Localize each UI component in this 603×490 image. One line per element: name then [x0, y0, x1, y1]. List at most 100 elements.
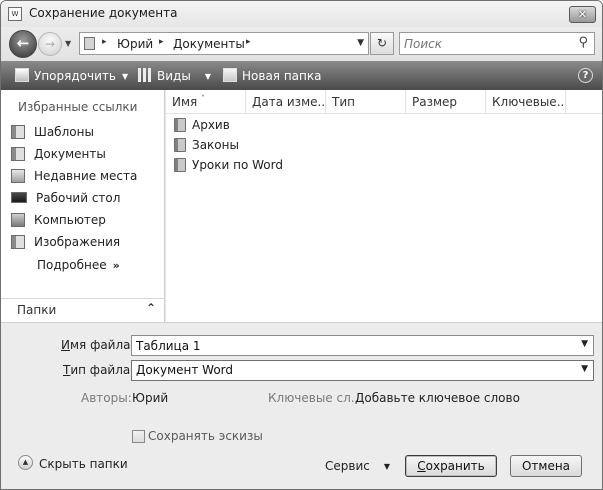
- column-label: Ключевые...: [492, 95, 566, 109]
- column-label: Размер: [412, 95, 458, 109]
- save-button[interactable]: Сохранить: [405, 455, 497, 477]
- new-folder-button[interactable]: Новая папка: [223, 67, 321, 85]
- views-button[interactable]: Виды ▼: [138, 67, 211, 85]
- search-input[interactable]: [404, 35, 572, 52]
- back-arrow-icon: ←: [16, 34, 30, 52]
- save-options-panel: Имя файла: ▼ Тип файла: Документ Word ▼ …: [1, 322, 602, 489]
- filetype-select[interactable]: Документ Word ▼: [131, 360, 594, 381]
- chevron-down-icon[interactable]: ▼: [581, 364, 588, 374]
- folder-icon: [174, 138, 186, 152]
- address-bar[interactable]: ▸ Юрий ▸ Документы ▸ ▼: [79, 32, 369, 55]
- sidebar-item-desktop[interactable]: Рабочий стол: [11, 189, 120, 207]
- folder-icon: [174, 158, 186, 172]
- list-item[interactable]: Законы: [174, 136, 239, 154]
- column-label: Имя: [172, 95, 198, 109]
- sidebar-item-label: Рабочий стол: [36, 191, 121, 205]
- sidebar-item-templates[interactable]: Шаблоны: [11, 123, 94, 141]
- item-name: Уроки по Word: [192, 158, 283, 172]
- filename-label: Имя файла:: [61, 338, 135, 352]
- more-label: Подробнее: [37, 258, 107, 272]
- window-title: Сохранение документа: [29, 6, 178, 20]
- views-icon: [138, 68, 152, 82]
- filetype-value: Документ Word: [136, 363, 233, 377]
- organize-icon: [15, 68, 29, 82]
- breadcrumb-documents[interactable]: Документы: [173, 37, 245, 51]
- sidebar-item-label: Компьютер: [34, 213, 106, 227]
- item-name: Архив: [192, 118, 230, 132]
- folder-icon: [174, 118, 186, 132]
- column-name[interactable]: ˄ Имя: [166, 90, 246, 114]
- save-thumbnails-label[interactable]: Сохранять эскизы: [148, 429, 263, 443]
- new-folder-label: Новая папка: [242, 69, 322, 83]
- organize-button[interactable]: Упорядочить ▼: [15, 67, 128, 85]
- authors-value[interactable]: Юрий: [132, 391, 168, 405]
- folders-label: Папки: [17, 303, 57, 317]
- sidebar-item-documents[interactable]: Документы: [11, 145, 106, 163]
- templates-icon: [11, 125, 25, 139]
- forward-arrow-icon: →: [44, 37, 56, 51]
- breadcrumb-separator[interactable]: ▸: [102, 37, 107, 47]
- back-button[interactable]: ←: [9, 30, 37, 58]
- sidebar-item-computer[interactable]: Компьютер: [11, 211, 106, 229]
- search-icon[interactable]: ⚲: [578, 35, 588, 50]
- column-type[interactable]: Тип: [326, 90, 406, 114]
- save-dialog: W Сохранение документа ✕ ← → ▼ ▸ Юрий ▸ …: [0, 0, 603, 490]
- navigation-pane: Избранные ссылки Шаблоны Документы Недав…: [1, 90, 165, 322]
- column-size[interactable]: Размер: [406, 90, 486, 114]
- column-tags[interactable]: Ключевые...: [486, 90, 566, 114]
- tools-menu-button[interactable]: Сервис ▼: [325, 459, 390, 473]
- list-item[interactable]: Архив: [174, 116, 230, 134]
- breadcrumb-user[interactable]: Юрий: [117, 37, 153, 51]
- chevron-down-icon: ▼: [383, 462, 391, 471]
- save-thumbnails-checkbox[interactable]: [132, 430, 145, 443]
- sidebar-item-recent-places[interactable]: Недавние места: [11, 167, 137, 185]
- column-label: Тип: [332, 95, 355, 109]
- pictures-icon: [11, 235, 25, 249]
- forward-button[interactable]: →: [38, 32, 62, 56]
- command-toolbar: Упорядочить ▼ Виды ▼ Новая папка ?: [1, 61, 602, 90]
- column-date-modified[interactable]: Дата изме...: [246, 90, 326, 114]
- favorites-heading: Избранные ссылки: [18, 100, 138, 114]
- desktop-icon: [11, 192, 27, 203]
- recent-pages-dropdown[interactable]: ▼: [65, 39, 71, 48]
- authors-label: Авторы:: [81, 391, 132, 405]
- chevron-down-icon: ▼: [121, 72, 129, 81]
- documents-icon: [11, 147, 25, 161]
- chevron-down-icon[interactable]: ▼: [581, 339, 588, 349]
- list-item[interactable]: Уроки по Word: [174, 156, 283, 174]
- cancel-button[interactable]: Отмена: [510, 455, 582, 477]
- sidebar-more-link[interactable]: Подробнее »: [37, 256, 120, 274]
- views-label: Виды: [157, 69, 191, 83]
- sidebar-item-label: Недавние места: [34, 169, 138, 183]
- double-chevron-right-icon: »: [112, 259, 120, 272]
- computer-icon: [11, 213, 25, 227]
- filetype-label: Тип файла:: [63, 363, 135, 377]
- close-button[interactable]: ✕: [569, 6, 596, 23]
- help-icon[interactable]: ?: [578, 68, 593, 83]
- word-document-icon: W: [8, 7, 22, 21]
- folders-toggle[interactable]: Папки ⌃: [1, 298, 164, 322]
- filename-field[interactable]: ▼: [131, 335, 594, 356]
- keywords-value[interactable]: Добавьте ключевое слово: [355, 391, 520, 405]
- breadcrumb-separator[interactable]: ▸: [246, 37, 251, 47]
- refresh-button[interactable]: ↻: [370, 32, 394, 55]
- column-header-row: ˄ Имя Дата изме... Тип Размер Ключевые...: [166, 90, 602, 114]
- search-box[interactable]: ⚲: [399, 32, 595, 55]
- item-name: Законы: [192, 138, 239, 152]
- refresh-icon: ↻: [376, 36, 388, 50]
- address-dropdown-icon[interactable]: ▼: [357, 38, 364, 48]
- sidebar-item-label: Изображения: [34, 235, 121, 249]
- chevron-up-icon: ⌃: [145, 301, 156, 315]
- sidebar-item-pictures[interactable]: Изображения: [11, 233, 120, 251]
- chevron-down-icon: ▼: [204, 72, 211, 81]
- filename-input[interactable]: [136, 338, 556, 353]
- new-folder-icon: [223, 68, 237, 82]
- folder-icon: [84, 37, 95, 50]
- sidebar-item-label: Документы: [34, 147, 106, 161]
- column-label: Дата изме...: [252, 95, 326, 109]
- breadcrumb-separator[interactable]: ▸: [159, 37, 164, 47]
- hide-folders-button[interactable]: Скрыть папки: [39, 457, 128, 471]
- file-list: ˄ Имя Дата изме... Тип Размер Ключевые...…: [166, 90, 602, 322]
- recent-places-icon: [11, 169, 25, 183]
- collapse-up-icon[interactable]: ▲: [18, 455, 33, 470]
